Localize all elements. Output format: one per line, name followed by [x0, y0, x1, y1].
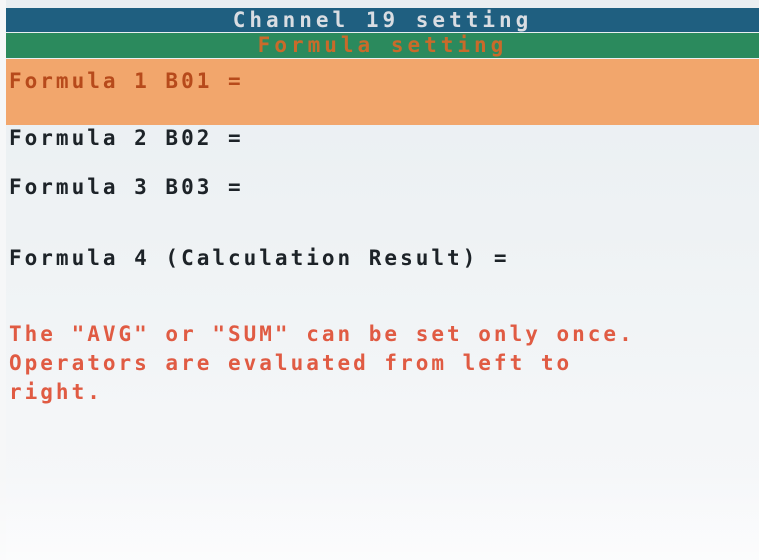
window-title: Channel 19 setting — [6, 8, 759, 32]
help-message: The "AVG" or "SUM" can be set only once.… — [9, 320, 754, 407]
help-message-line-3: right. — [9, 380, 103, 404]
screen-glare — [0, 470, 759, 560]
section-title: Formula setting — [6, 33, 759, 58]
help-message-line-1: The "AVG" or "SUM" can be set only once. — [9, 322, 635, 346]
formula-3-row[interactable]: Formula 3 B03 = — [6, 174, 759, 204]
formula-1-row[interactable]: Formula 1 B01 = — [6, 59, 759, 125]
formula-2-row[interactable]: Formula 2 B02 = — [6, 125, 759, 155]
help-message-line-2: Operators are evaluated from left to — [9, 351, 573, 375]
channel-setting-screen: Channel 19 setting Formula setting Formu… — [0, 0, 759, 560]
formula-4-row[interactable]: Formula 4 (Calculation Result) = — [6, 244, 759, 274]
